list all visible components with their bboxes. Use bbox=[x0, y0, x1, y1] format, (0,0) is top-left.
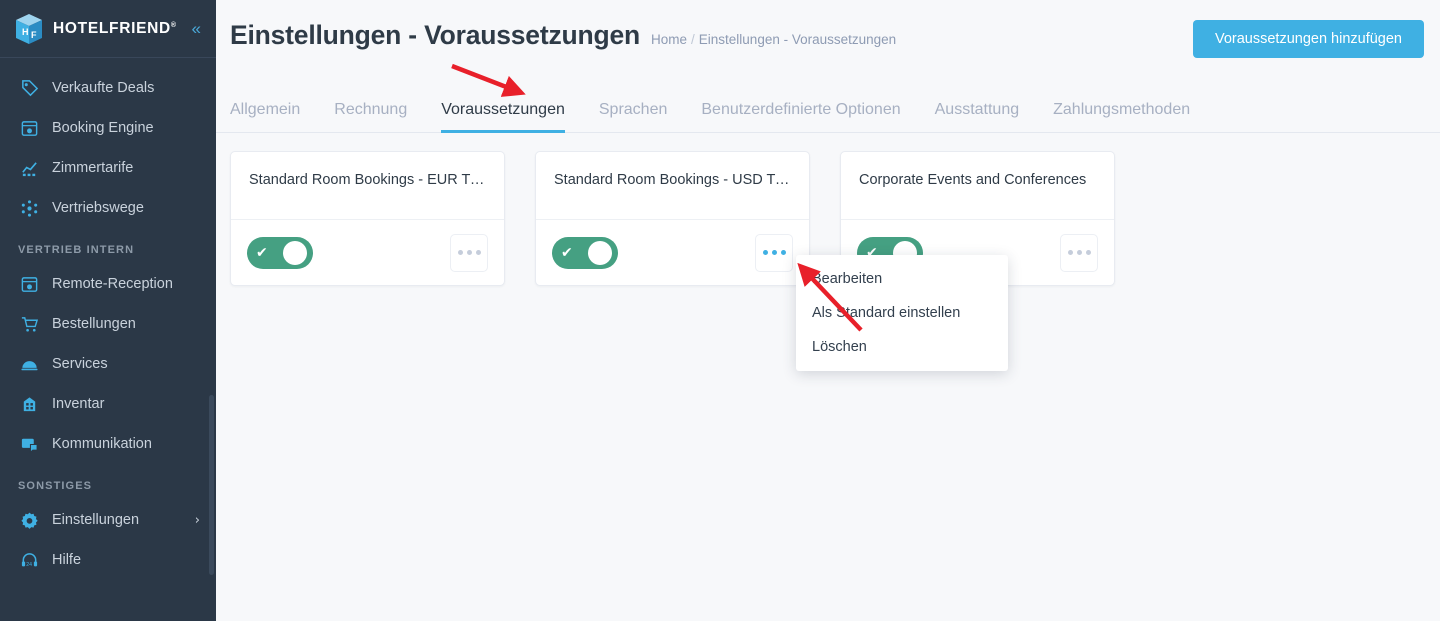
sidebar-item-label: Vertriebswege bbox=[52, 200, 144, 216]
tab-zahlungsmethoden[interactable]: Zahlungsmethoden bbox=[1053, 101, 1190, 133]
headset-24-icon: 24 bbox=[18, 549, 40, 571]
tab-voraussetzungen[interactable]: Voraussetzungen bbox=[441, 101, 565, 133]
chevron-right-icon: › bbox=[194, 512, 200, 528]
sidebar-item-bestellungen[interactable]: Bestellungen bbox=[0, 304, 216, 344]
card-footer: ✔ bbox=[536, 220, 809, 285]
browser-gear-icon bbox=[18, 117, 40, 139]
card-header: Standard Room Bookings - EUR Tran… bbox=[231, 152, 504, 220]
tag-icon bbox=[18, 77, 40, 99]
svg-text:24: 24 bbox=[26, 562, 32, 568]
card-title: Corporate Events and Conferences bbox=[859, 172, 1087, 188]
enable-toggle[interactable]: ✔ bbox=[552, 236, 618, 269]
sidebar-item-label: Remote-Reception bbox=[52, 276, 173, 292]
sidebar-item-label: Verkaufte Deals bbox=[52, 80, 155, 96]
sidebar-item-vertriebswege[interactable]: Vertriebswege bbox=[0, 188, 216, 228]
menu-item-loeschen[interactable]: Löschen bbox=[796, 330, 1008, 364]
card-title: Standard Room Bookings - USD Tran… bbox=[554, 172, 791, 188]
sidebar-item-label: Inventar bbox=[52, 396, 105, 412]
card-footer: ✔ bbox=[231, 220, 504, 285]
card-menu-button[interactable] bbox=[450, 233, 488, 272]
enable-toggle[interactable]: ✔ bbox=[247, 236, 313, 269]
dot-icon bbox=[1085, 250, 1091, 255]
dot-icon bbox=[475, 250, 481, 255]
menu-item-als-standard-einstellen[interactable]: Als Standard einstellen bbox=[796, 296, 1008, 330]
app-root: H F HOTELFRIEND® « Verkaufte Deals Booki… bbox=[0, 0, 1440, 621]
tab-sprachen[interactable]: Sprachen bbox=[599, 101, 668, 133]
dot-icon bbox=[780, 250, 786, 255]
breadcrumb-current: Einstellungen - Voraussetzungen bbox=[698, 32, 897, 47]
sidebar-collapse-icon[interactable]: « bbox=[191, 18, 202, 39]
tab-ausstattung[interactable]: Ausstattung bbox=[935, 101, 1020, 133]
brand-header: H F HOTELFRIEND® « bbox=[0, 0, 216, 58]
card-header: Corporate Events and Conferences bbox=[841, 152, 1114, 220]
dot-icon bbox=[1067, 250, 1073, 255]
sidebar-item-label: Services bbox=[52, 356, 108, 372]
sidebar-item-kommunikation[interactable]: Kommunikation bbox=[0, 424, 216, 464]
sidebar-item-remote-reception[interactable]: Remote-Reception bbox=[0, 264, 216, 304]
title-breadcrumb-group: Einstellungen - Voraussetzungen Home / Ein… bbox=[230, 20, 896, 51]
room-service-bell-icon bbox=[18, 353, 40, 375]
menu-item-bearbeiten[interactable]: Bearbeiten bbox=[796, 262, 1008, 296]
sidebar-item-hilfe[interactable]: 24 Hilfe bbox=[0, 540, 216, 580]
browser-gear-icon bbox=[18, 273, 40, 295]
breadcrumb-home-link[interactable]: Home bbox=[651, 32, 687, 47]
dot-icon bbox=[1076, 250, 1082, 255]
sidebar-item-einstellungen[interactable]: Einstellungen › bbox=[0, 500, 216, 540]
sidebar-item-label: Einstellungen bbox=[52, 512, 140, 528]
sidebar-item-inventar[interactable]: Inventar bbox=[0, 384, 216, 424]
dot-icon bbox=[457, 250, 463, 255]
toggle-knob bbox=[588, 240, 612, 265]
sidebar-section-sonstiges: SONSTIGES bbox=[18, 480, 93, 492]
shopping-cart-icon bbox=[18, 313, 40, 335]
sidebar-item-services[interactable]: Services bbox=[0, 344, 216, 384]
sidebar-item-zimmertarife[interactable]: Zimmertarife bbox=[0, 148, 216, 188]
tab-allgemein[interactable]: Allgemein bbox=[230, 101, 300, 133]
svg-text:F: F bbox=[31, 30, 37, 40]
sidebar-item-label: Bestellungen bbox=[52, 316, 136, 332]
sidebar-item-label: Booking Engine bbox=[52, 120, 154, 136]
sidebar: H F HOTELFRIEND® « Verkaufte Deals Booki… bbox=[0, 0, 216, 621]
dot-icon bbox=[762, 250, 768, 255]
tab-rechnung[interactable]: Rechnung bbox=[334, 101, 407, 133]
check-icon: ✔ bbox=[256, 244, 268, 261]
page-header: Einstellungen - Voraussetzungen Home / Ein… bbox=[216, 0, 1440, 78]
building-icon bbox=[18, 393, 40, 415]
dot-icon bbox=[466, 250, 472, 255]
tab-benutzerdefinierte-optionen[interactable]: Benutzerdefinierte Optionen bbox=[701, 101, 900, 133]
settings-tabs: Allgemein Rechnung Voraussetzungen Sprac… bbox=[216, 81, 1440, 133]
svg-text:H: H bbox=[22, 27, 29, 37]
card-menu-button[interactable] bbox=[1060, 233, 1098, 272]
network-nodes-icon bbox=[18, 197, 40, 219]
card-title: Standard Room Bookings - EUR Tran… bbox=[249, 172, 486, 188]
breadcrumb: Home / Einstellungen - Voraussetzungen bbox=[651, 32, 896, 47]
card-context-menu: Bearbeiten Als Standard einstellen Lösch… bbox=[796, 255, 1008, 371]
requirement-card[interactable]: Standard Room Bookings - USD Tran… ✔ bbox=[535, 151, 810, 286]
page-title: Einstellungen - Voraussetzungen bbox=[230, 20, 640, 50]
sidebar-item-label: Hilfe bbox=[52, 552, 82, 568]
card-menu-button-active[interactable] bbox=[755, 233, 793, 272]
check-icon: ✔ bbox=[561, 244, 573, 261]
main-content: Einstellungen - Voraussetzungen Home / Ein… bbox=[216, 0, 1440, 621]
requirement-card[interactable]: Standard Room Bookings - EUR Tran… ✔ bbox=[230, 151, 505, 286]
sidebar-nav: Verkaufte Deals Booking Engine Zimmertar… bbox=[0, 58, 216, 580]
brand-name: HOTELFRIEND® bbox=[53, 19, 177, 37]
breadcrumb-separator: / bbox=[691, 32, 695, 47]
chat-bubble-icon bbox=[18, 433, 40, 455]
sidebar-scrollbar-thumb[interactable] bbox=[209, 395, 214, 575]
hotelfriend-logo-icon: H F bbox=[14, 13, 44, 45]
card-header: Standard Room Bookings - USD Tran… bbox=[536, 152, 809, 220]
sidebar-item-verkaufte-deals[interactable]: Verkaufte Deals bbox=[0, 68, 216, 108]
sidebar-item-booking-engine[interactable]: Booking Engine bbox=[0, 108, 216, 148]
sidebar-item-label: Zimmertarife bbox=[52, 160, 134, 176]
dot-icon bbox=[771, 250, 777, 255]
gear-icon bbox=[18, 509, 40, 531]
sidebar-item-label: Kommunikation bbox=[52, 436, 152, 452]
sidebar-section-vertrieb-intern: VERTRIEB INTERN bbox=[18, 244, 135, 256]
toggle-knob bbox=[283, 240, 307, 265]
add-voraussetzungen-button[interactable]: Voraussetzungen hinzufügen bbox=[1192, 20, 1424, 58]
chart-line-icon bbox=[18, 157, 40, 179]
